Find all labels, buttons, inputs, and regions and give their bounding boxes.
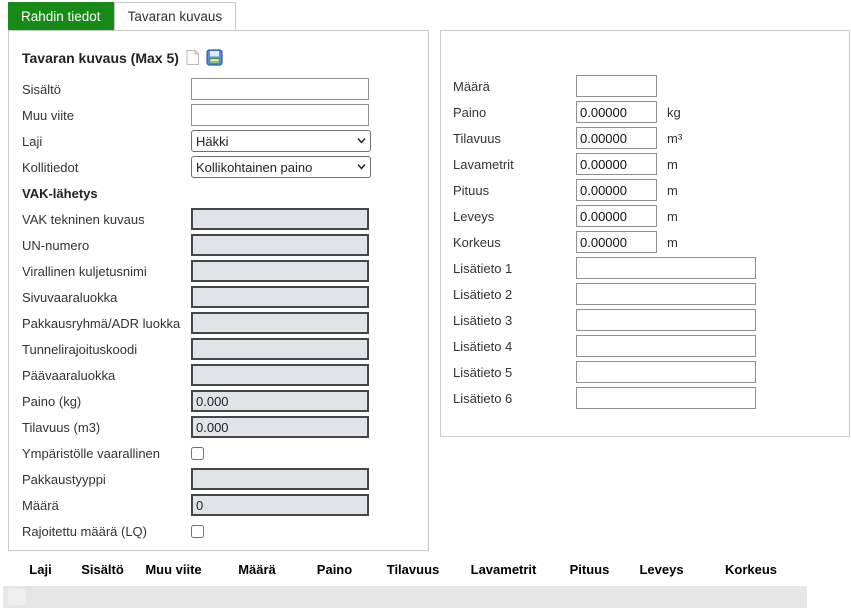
- column-header-tilavuus: Tilavuus: [370, 562, 456, 577]
- field-label-pakkaustyyppi: Pakkaustyyppi: [22, 472, 191, 487]
- field-label-korkeus: Korkeus: [453, 235, 576, 250]
- field-label-laji: Laji: [22, 134, 191, 149]
- panel-title: Tavaran kuvaus (Max 5): [22, 50, 179, 66]
- lavametrit-input[interactable]: [576, 153, 657, 175]
- tilavuus-input[interactable]: [576, 127, 657, 149]
- muu-viite-input[interactable]: [191, 104, 369, 126]
- pituus-unit: m: [667, 183, 678, 198]
- goods-table-header: Laji Sisältö Muu viite Määrä Paino Tilav…: [8, 562, 808, 577]
- field-label-lisatieto-2: Lisätieto 2: [453, 287, 576, 302]
- field-label-tilavuus-m3: Tilavuus (m3): [22, 420, 191, 435]
- field-label-lisatieto-1: Lisätieto 1: [453, 261, 576, 276]
- field-label-lisatieto-3: Lisätieto 3: [453, 313, 576, 328]
- field-label-maara-left: Määrä: [22, 498, 191, 513]
- vak-lahetys-header: VAK-lähetys: [22, 186, 98, 201]
- tavaran-kuvaus-panel: Tavaran kuvaus (Max 5) Sisältö Muu viite…: [8, 30, 429, 551]
- field-label-muu-viite: Muu viite: [22, 108, 191, 123]
- field-label-ymparistolle-vaarallinen: Ympäristölle vaarallinen: [22, 446, 191, 461]
- lavametrit-unit: m: [667, 157, 678, 172]
- paino-input[interactable]: [576, 101, 657, 123]
- maara-left-input: [191, 494, 369, 516]
- pakkaustyyppi-input: [191, 468, 369, 490]
- page: Rahdin tiedot Tavaran kuvaus Tavaran kuv…: [0, 0, 851, 612]
- pakkausryhma-adr-input: [191, 312, 369, 334]
- un-numero-input: [191, 234, 369, 256]
- paino-unit: kg: [667, 105, 681, 120]
- field-label-leveys: Leveys: [453, 209, 576, 224]
- field-label-pakkausryhma-adr: Pakkausryhmä/ADR luokka: [22, 316, 191, 331]
- field-label-tunnelirajoituskoodi: Tunnelirajoituskoodi: [22, 342, 191, 357]
- new-document-icon[interactable]: [184, 49, 201, 66]
- lisatieto-2-input[interactable]: [576, 283, 756, 305]
- tab-tavaran-kuvaus[interactable]: Tavaran kuvaus: [114, 2, 237, 30]
- field-label-un-numero: UN-numero: [22, 238, 191, 253]
- field-label-pituus: Pituus: [453, 183, 576, 198]
- vak-tekninen-kuvaus-input: [191, 208, 369, 230]
- paino-kg-input: [191, 390, 369, 412]
- tab-rahdin-tiedot[interactable]: Rahdin tiedot: [8, 2, 114, 30]
- column-header-lavametrit: Lavametrit: [456, 562, 551, 577]
- lisatieto-4-input[interactable]: [576, 335, 756, 357]
- column-header-sisalto: Sisältö: [73, 562, 132, 577]
- field-label-paino-kg: Paino (kg): [22, 394, 191, 409]
- kollitiedot-select[interactable]: Kollikohtainen paino: [191, 156, 371, 178]
- tilavuus-unit: m³: [667, 131, 682, 146]
- field-label-sisalto: Sisältö: [22, 82, 191, 97]
- column-header-pituus: Pituus: [551, 562, 628, 577]
- field-label-sivuvaaraluokka: Sivuvaaraluokka: [22, 290, 191, 305]
- field-label-lisatieto-5: Lisätieto 5: [453, 365, 576, 380]
- column-header-korkeus: Korkeus: [695, 562, 807, 577]
- laji-select[interactable]: Häkki: [191, 130, 371, 152]
- tab-label: Rahdin tiedot: [21, 9, 101, 24]
- table-empty-row: [3, 586, 807, 608]
- korkeus-input[interactable]: [576, 231, 657, 253]
- field-label-tilavuus: Tilavuus: [453, 131, 576, 146]
- field-label-lavametrit: Lavametrit: [453, 157, 576, 172]
- field-label-paino: Paino: [453, 105, 576, 120]
- sisalto-input[interactable]: [191, 78, 369, 100]
- tab-label: Tavaran kuvaus: [128, 9, 223, 24]
- ymparistolle-vaarallinen-checkbox[interactable]: [191, 447, 204, 460]
- lisatieto-1-input[interactable]: [576, 257, 756, 279]
- column-header-muu-viite: Muu viite: [132, 562, 215, 577]
- tab-bar: Rahdin tiedot Tavaran kuvaus: [8, 2, 236, 30]
- leveys-unit: m: [667, 209, 678, 224]
- mitat-panel: Määrä Paino kg Tilavuus m³ Lavametrit m …: [440, 30, 850, 437]
- tunnelirajoituskoodi-input: [191, 338, 369, 360]
- leveys-input[interactable]: [576, 205, 657, 227]
- field-label-lisatieto-6: Lisätieto 6: [453, 391, 576, 406]
- column-header-laji: Laji: [8, 562, 73, 577]
- virallinen-kuljetusnimi-input: [191, 260, 369, 282]
- lisatieto-6-input[interactable]: [576, 387, 756, 409]
- field-label-vak-tekninen-kuvaus: VAK tekninen kuvaus: [22, 212, 191, 227]
- column-header-maara: Määrä: [215, 562, 299, 577]
- lisatieto-3-input[interactable]: [576, 309, 756, 331]
- field-label-virallinen-kuljetusnimi: Virallinen kuljetusnimi: [22, 264, 191, 279]
- field-label-rajoitettu-maara-lq: Rajoitettu määrä (LQ): [22, 524, 191, 539]
- lisatieto-5-input[interactable]: [576, 361, 756, 383]
- save-icon[interactable]: [206, 49, 223, 66]
- column-header-paino: Paino: [299, 562, 370, 577]
- paavaaraluokka-input: [191, 364, 369, 386]
- field-label-kollitiedot: Kollitiedot: [22, 160, 191, 175]
- field-label-paavaaraluokka: Päävaaraluokka: [22, 368, 191, 383]
- field-label-lisatieto-4: Lisätieto 4: [453, 339, 576, 354]
- column-header-leveys: Leveys: [628, 562, 695, 577]
- field-label-maara: Määrä: [453, 79, 576, 94]
- pituus-input[interactable]: [576, 179, 657, 201]
- korkeus-unit: m: [667, 235, 678, 250]
- rajoitettu-maara-lq-checkbox[interactable]: [191, 525, 204, 538]
- sivuvaaraluokka-input: [191, 286, 369, 308]
- maara-input[interactable]: [576, 75, 657, 97]
- table-row-placeholder: [8, 589, 26, 605]
- tilavuus-m3-input: [191, 416, 369, 438]
